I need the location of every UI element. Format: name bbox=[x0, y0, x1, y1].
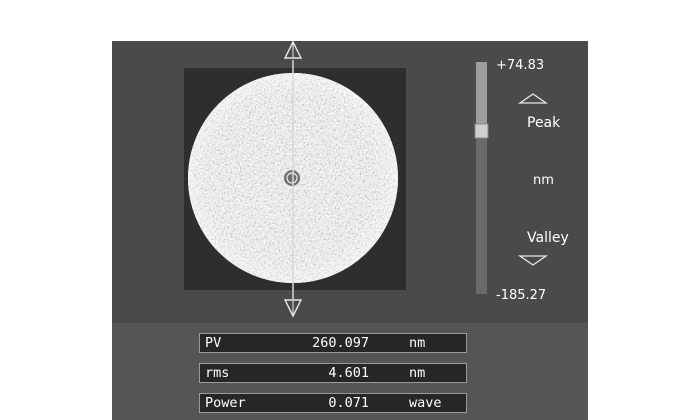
profile-cursor-overlay bbox=[283, 40, 549, 318]
result-label: Power bbox=[205, 395, 246, 411]
result-unit: wave bbox=[409, 395, 442, 411]
valley-label: Valley bbox=[527, 230, 569, 246]
result-value: 4.601 bbox=[328, 365, 369, 381]
scale-min-label: -185.27 bbox=[496, 288, 547, 303]
up-triangle-icon[interactable] bbox=[283, 40, 303, 59]
scale-max-label: +74.83 bbox=[496, 58, 545, 73]
result-label: PV bbox=[205, 335, 222, 351]
down-triangle-icon[interactable] bbox=[283, 299, 303, 318]
color-scale-upper bbox=[476, 62, 487, 126]
result-label: rms bbox=[205, 365, 230, 381]
result-row-rms: rms 4.601 nm bbox=[199, 363, 467, 383]
result-value: 0.071 bbox=[328, 395, 369, 411]
peak-up-arrow-icon[interactable] bbox=[517, 93, 549, 104]
peak-label: Peak bbox=[527, 115, 561, 131]
result-row-power: Power 0.071 wave bbox=[199, 393, 467, 413]
color-scale-slider-handle[interactable] bbox=[474, 123, 489, 139]
result-unit: nm bbox=[409, 335, 426, 351]
result-value: 260.097 bbox=[312, 335, 369, 351]
scale-unit-label: nm bbox=[533, 173, 554, 188]
result-row-pv: PV 260.097 nm bbox=[199, 333, 467, 353]
result-unit: nm bbox=[409, 365, 426, 381]
valley-down-arrow-icon[interactable] bbox=[517, 255, 549, 266]
